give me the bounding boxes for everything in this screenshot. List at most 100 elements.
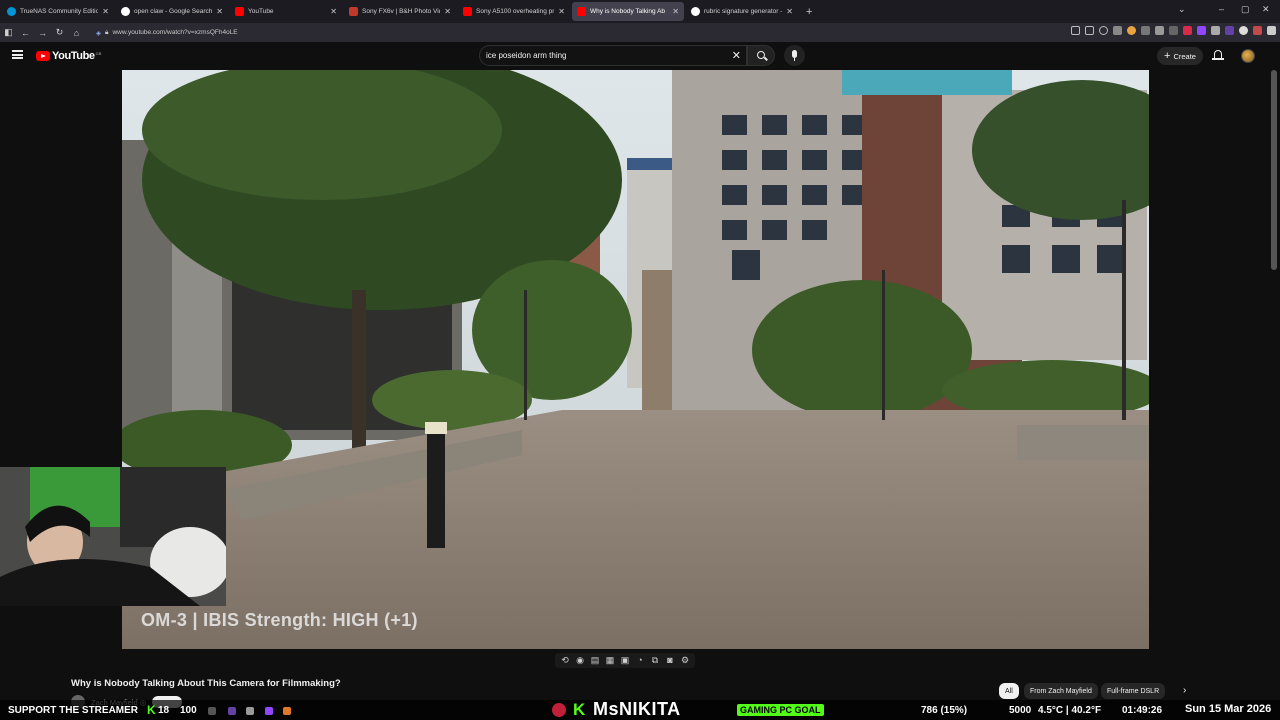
- new-tab-button[interactable]: +: [806, 6, 812, 18]
- overlay-value: 5000: [1009, 705, 1032, 716]
- chip-full-frame-dslr[interactable]: Full-frame DSLR: [1101, 683, 1166, 699]
- maximize-icon[interactable]: ▢: [1241, 4, 1250, 15]
- tab-label: TrueNAS Community Edition |: [20, 8, 99, 15]
- sub-count: 18: [158, 705, 170, 716]
- taskbar-icon: [228, 707, 236, 715]
- minimize-icon[interactable]: –: [1219, 4, 1224, 14]
- miniplayer-icon[interactable]: ▣: [619, 654, 631, 666]
- support-text: SUPPORT THE STREAMER: [8, 705, 139, 716]
- weather-temperature: 4.5°C | 40.2°F: [1038, 705, 1102, 716]
- search-input[interactable]: ice poseidon arm thing ✕: [479, 45, 747, 66]
- menu-icon[interactable]: [1267, 26, 1276, 35]
- goal-label: GAMING PC GOAL: [737, 704, 824, 716]
- account-avatar[interactable]: [1241, 49, 1255, 63]
- chevron-down-icon[interactable]: ⌄: [1178, 4, 1186, 15]
- extension-icon[interactable]: [1183, 26, 1192, 35]
- loop-icon[interactable]: ⟲: [559, 654, 571, 666]
- taskbar-icon: [208, 707, 216, 715]
- settings-gear-icon[interactable]: ⚙: [679, 654, 691, 666]
- youtube-icon: [235, 7, 244, 16]
- extension-icon[interactable]: [1211, 26, 1220, 35]
- extension-icon[interactable]: [1197, 26, 1206, 35]
- reload-icon[interactable]: ↻: [51, 27, 68, 38]
- logo-country: GB: [95, 50, 102, 56]
- google-icon: [121, 7, 130, 16]
- close-icon[interactable]: ✕: [216, 7, 223, 16]
- address-bar[interactable]: ◈ 🔒︎ www.youtube.com/watch?v=xzmsQFh4oLE: [96, 25, 1016, 40]
- pip-icon[interactable]: ⧉: [649, 654, 661, 666]
- webcam-image: [0, 467, 226, 606]
- tab-label: Sony FX6v | B&H Photo Video: [362, 8, 440, 15]
- browser-tab[interactable]: open claw - Google Search ✕: [116, 2, 228, 21]
- download-icon[interactable]: [1113, 26, 1122, 35]
- close-window-icon[interactable]: ✕: [1262, 4, 1270, 15]
- clock-time: 01:49:26: [1122, 705, 1163, 716]
- browser-tab[interactable]: Sony FX6v | B&H Photo Video ✕: [344, 2, 456, 21]
- notifications-bell-icon[interactable]: [1212, 50, 1224, 60]
- chip-all[interactable]: All: [999, 683, 1019, 699]
- clear-search-icon[interactable]: ✕: [732, 49, 741, 62]
- browser-tab[interactable]: YouTube ✕: [230, 2, 342, 21]
- page-scrollbar[interactable]: [1271, 70, 1277, 270]
- tab-label: Sony A5100 overheating probl: [476, 8, 555, 15]
- chevron-right-icon[interactable]: ›: [1183, 685, 1186, 696]
- video-frame-image: [122, 70, 1149, 649]
- close-icon[interactable]: ✕: [786, 7, 793, 16]
- url-text: www.youtube.com/watch?v=xzmsQFh4oLE: [112, 29, 238, 36]
- youtube-header: YouTube GB ice poseidon arm thing ✕ + Cr…: [0, 42, 1280, 70]
- browser-tab-strip: TrueNAS Community Edition | ✕ open claw …: [0, 0, 1280, 23]
- extension-icon[interactable]: [1127, 26, 1136, 35]
- close-icon[interactable]: ✕: [444, 7, 451, 16]
- video-player[interactable]: [122, 70, 1149, 649]
- extension-icon[interactable]: [1141, 26, 1150, 35]
- webcam-overlay: [0, 467, 226, 606]
- screenshot-icon[interactable]: [1085, 26, 1094, 35]
- youtube-logo[interactable]: YouTube GB: [36, 50, 101, 62]
- extension-icon[interactable]: [1225, 26, 1234, 35]
- close-icon[interactable]: ✕: [102, 7, 109, 16]
- taskbar-icon: [265, 707, 273, 715]
- camera-icon[interactable]: ◙: [664, 654, 676, 666]
- subtitles-icon[interactable]: ▤: [589, 654, 601, 666]
- taskbar-icon: [283, 707, 291, 715]
- browser-tab[interactable]: Sony A5100 overheating probl ✕: [458, 2, 570, 21]
- youtube-icon: [577, 7, 586, 16]
- hamburger-menu-icon[interactable]: [12, 50, 23, 59]
- extension-icon[interactable]: [1169, 26, 1178, 35]
- extension-icon[interactable]: [1155, 26, 1164, 35]
- create-label: Create: [1173, 51, 1196, 61]
- home-icon[interactable]: ⌂: [68, 28, 85, 38]
- browser-tab[interactable]: rubric signature generator - Go ✕: [686, 2, 798, 21]
- search-button[interactable]: [747, 45, 775, 66]
- browser-tab[interactable]: TrueNAS Community Edition | ✕: [2, 2, 114, 21]
- reader-icon[interactable]: [1071, 26, 1080, 35]
- extension-icon[interactable]: [1239, 26, 1248, 35]
- tab-label: Why is Nobody Talking Ab: [590, 8, 666, 15]
- play-logo-icon: [36, 51, 50, 61]
- streamer-name: MsNIKITA: [593, 699, 681, 719]
- close-icon[interactable]: ✕: [672, 7, 679, 16]
- taskbar-icon: [246, 707, 254, 715]
- search-query: ice poseidon arm thing: [486, 51, 567, 60]
- close-icon[interactable]: ✕: [558, 7, 565, 16]
- logo-text: YouTube: [52, 50, 95, 62]
- sidebar-icon[interactable]: ◧: [0, 27, 17, 38]
- back-icon[interactable]: ←: [17, 28, 34, 38]
- google-icon: [691, 7, 700, 16]
- video-title: Why is Nobody Talking About This Camera …: [71, 678, 341, 689]
- plus-icon: +: [1164, 50, 1171, 62]
- voice-search-mic-icon[interactable]: [784, 45, 805, 66]
- cinema-icon[interactable]: ▦: [604, 654, 616, 666]
- chip-from-channel[interactable]: From Zach Mayfield: [1024, 683, 1098, 699]
- browser-tab-active[interactable]: Why is Nobody Talking Ab ✕: [572, 2, 684, 21]
- extension-icons: [1071, 26, 1276, 35]
- forward-icon[interactable]: →: [34, 28, 51, 38]
- bookmark-star-icon[interactable]: [1099, 26, 1108, 35]
- bh-icon: [349, 7, 358, 16]
- audio-icon[interactable]: ◉: [574, 654, 586, 666]
- speed-icon[interactable]: ◔: [634, 654, 646, 666]
- create-button[interactable]: + Create: [1157, 47, 1203, 65]
- extension-icon[interactable]: [1253, 26, 1262, 35]
- close-icon[interactable]: ✕: [330, 7, 337, 16]
- tab-label: YouTube: [248, 8, 274, 15]
